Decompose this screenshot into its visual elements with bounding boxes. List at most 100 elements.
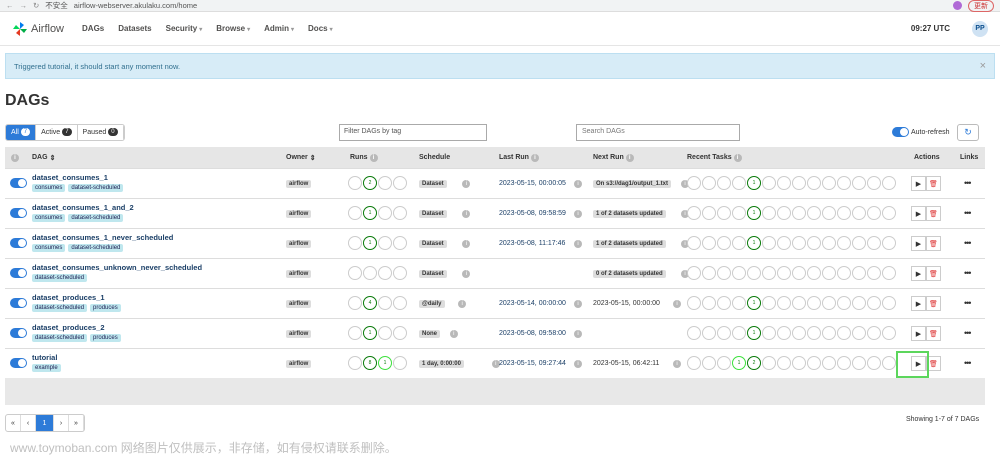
task-status-circle[interactable] — [807, 206, 821, 220]
delete-dag-button[interactable]: 🗑 — [926, 326, 941, 341]
run-status-circle[interactable] — [378, 296, 392, 310]
run-status-circle[interactable]: 1 — [378, 356, 392, 370]
task-status-circle[interactable] — [867, 356, 881, 370]
task-status-circle[interactable] — [882, 266, 896, 280]
dag-tag[interactable]: dataset-scheduled — [32, 304, 88, 312]
task-status-circle[interactable] — [687, 206, 701, 220]
task-status-circle[interactable] — [702, 296, 716, 310]
task-status-circle[interactable] — [837, 326, 851, 340]
info-icon[interactable]: i — [673, 360, 681, 368]
task-status-circle[interactable] — [777, 296, 791, 310]
last-run-link[interactable]: 2023-05-15, 00:00:05 — [499, 180, 566, 187]
task-status-circle[interactable] — [777, 176, 791, 190]
pause-toggle[interactable] — [10, 178, 27, 188]
trigger-dag-button[interactable]: ▶ — [911, 266, 926, 281]
page-next[interactable]: › — [54, 415, 69, 431]
links-menu-icon[interactable]: ••• — [964, 208, 972, 218]
task-status-circle[interactable] — [852, 296, 866, 310]
pause-toggle[interactable] — [10, 358, 27, 368]
pause-toggle[interactable] — [10, 238, 27, 248]
dag-name-link[interactable]: tutorial — [32, 353, 57, 362]
task-status-circle[interactable] — [867, 266, 881, 280]
delete-dag-button[interactable]: 🗑 — [926, 296, 941, 311]
task-status-circle[interactable] — [687, 176, 701, 190]
task-status-circle[interactable] — [777, 266, 791, 280]
task-status-circle[interactable] — [882, 176, 896, 190]
task-status-circle[interactable] — [762, 326, 776, 340]
dag-tag[interactable]: example — [32, 364, 61, 372]
info-icon[interactable]: i — [574, 240, 582, 248]
user-avatar[interactable]: PP — [972, 20, 988, 37]
pause-toggle[interactable] — [10, 298, 27, 308]
delete-dag-button[interactable]: 🗑 — [926, 236, 941, 251]
search-dags-input[interactable]: Search DAGs — [576, 123, 740, 141]
task-status-circle[interactable] — [822, 296, 836, 310]
task-status-circle[interactable] — [837, 356, 851, 370]
auto-refresh[interactable]: Auto-refresh — [892, 127, 950, 137]
task-status-circle[interactable]: 1 — [747, 326, 761, 340]
run-status-circle[interactable] — [378, 236, 392, 250]
task-status-circle[interactable] — [852, 356, 866, 370]
task-status-circle[interactable] — [762, 356, 776, 370]
update-button[interactable]: 更新 — [968, 0, 994, 12]
dag-tag[interactable]: produces — [90, 304, 121, 312]
task-status-circle[interactable] — [762, 176, 776, 190]
task-status-circle[interactable]: 1 — [747, 206, 761, 220]
trigger-dag-button[interactable]: ▶ — [911, 296, 926, 311]
task-status-circle[interactable] — [867, 236, 881, 250]
forward-icon[interactable]: → — [20, 1, 28, 10]
url-text[interactable]: airflow-webserver.akulaku.com/home — [74, 1, 197, 10]
pause-toggle[interactable] — [10, 328, 27, 338]
dag-tag[interactable]: dataset-scheduled — [32, 274, 88, 282]
owner-badge[interactable]: airflow — [286, 210, 312, 218]
run-status-circle[interactable] — [378, 176, 392, 190]
task-status-circle[interactable] — [837, 236, 851, 250]
timezone-menu[interactable]: 09:27 UTC — [911, 24, 950, 33]
dag-name-link[interactable]: dataset_consumes_1_and_2 — [32, 203, 134, 212]
refresh-button[interactable]: ↻ — [957, 123, 979, 141]
task-status-circle[interactable] — [822, 326, 836, 340]
task-status-circle[interactable] — [867, 206, 881, 220]
dag-tag[interactable]: consumes — [32, 184, 66, 192]
info-icon[interactable]: i — [462, 240, 471, 248]
task-status-circle[interactable] — [732, 176, 746, 190]
task-status-circle[interactable] — [792, 206, 806, 220]
info-icon[interactable]: i — [462, 210, 471, 218]
task-status-circle[interactable] — [717, 236, 731, 250]
info-icon[interactable]: i — [574, 300, 582, 308]
dag-name-link[interactable]: dataset_consumes_1_never_scheduled — [32, 233, 173, 242]
run-status-circle[interactable] — [378, 326, 392, 340]
task-status-circle[interactable] — [747, 266, 761, 280]
info-icon[interactable]: i — [673, 300, 681, 308]
task-status-circle[interactable] — [732, 296, 746, 310]
task-status-circle[interactable] — [792, 326, 806, 340]
task-status-circle[interactable] — [777, 206, 791, 220]
owner-badge[interactable]: airflow — [286, 330, 312, 338]
tag-filter-input[interactable]: Filter DAGs by tag — [339, 123, 487, 141]
task-status-circle[interactable] — [702, 266, 716, 280]
run-status-circle[interactable] — [348, 326, 362, 340]
col-owner[interactable]: Owner ⇕ — [286, 154, 316, 162]
task-status-circle[interactable] — [717, 176, 731, 190]
task-status-circle[interactable] — [687, 326, 701, 340]
task-status-circle[interactable] — [687, 266, 701, 280]
menu-docs[interactable]: Docs — [308, 24, 333, 33]
last-run-link[interactable]: 2023-05-08, 09:58:00 — [499, 330, 566, 337]
task-status-circle[interactable] — [762, 296, 776, 310]
run-status-circle[interactable] — [393, 176, 407, 190]
page-last[interactable]: » — [69, 415, 84, 431]
menu-security[interactable]: Security — [166, 24, 203, 33]
dag-tag[interactable]: consumes — [32, 244, 66, 252]
task-status-circle[interactable] — [822, 266, 836, 280]
trigger-dag-button[interactable]: ▶ — [911, 206, 926, 221]
info-icon[interactable]: i — [574, 210, 582, 218]
task-status-circle[interactable]: 1 — [732, 356, 746, 370]
task-status-circle[interactable] — [807, 326, 821, 340]
airflow-logo[interactable]: Airflow — [12, 21, 64, 37]
task-status-circle[interactable] — [867, 176, 881, 190]
task-status-circle[interactable] — [717, 356, 731, 370]
menu-browse[interactable]: Browse — [216, 24, 250, 33]
task-status-circle[interactable] — [867, 326, 881, 340]
task-status-circle[interactable] — [882, 206, 896, 220]
info-icon[interactable]: i — [449, 330, 458, 338]
